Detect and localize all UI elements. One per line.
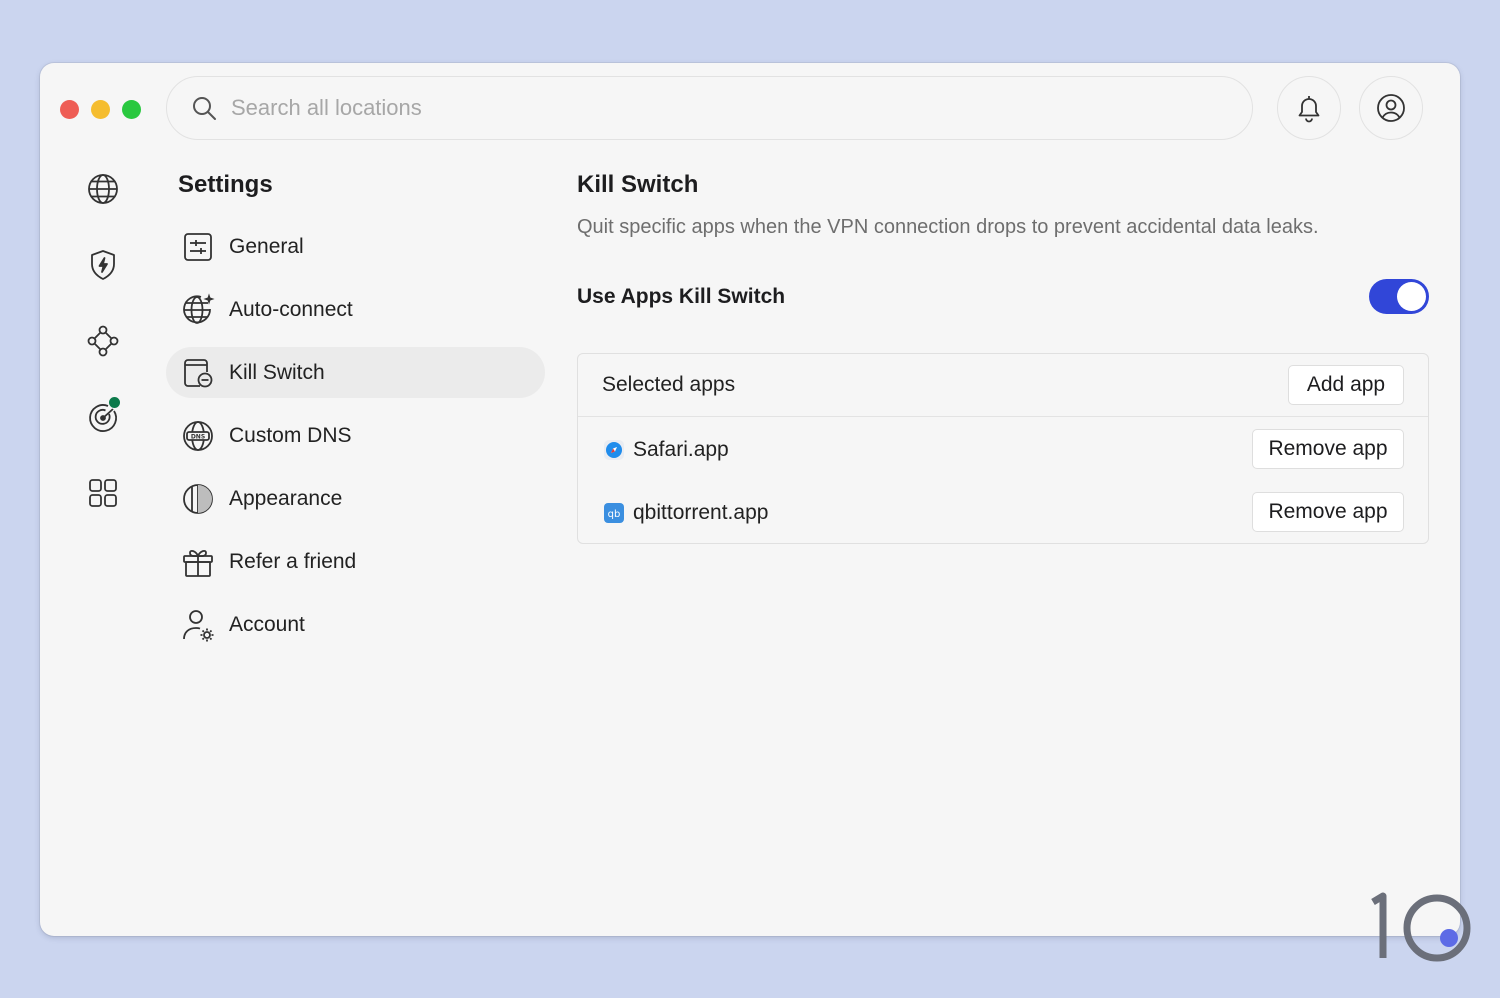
bell-icon [1298,96,1320,123]
remove-app-button[interactable]: Remove app [1252,492,1404,532]
add-app-button[interactable]: Add app [1288,365,1404,405]
close-window-button[interactable] [60,100,79,119]
safari-icon [604,440,624,460]
grid-icon [89,479,117,507]
menu-item-label: General [229,234,304,258]
rail-item-more[interactable] [80,470,126,516]
svg-text:qb: qb [608,509,621,520]
minimize-window-button[interactable] [91,100,110,119]
app-row: Safari.app Remove app [578,418,1428,481]
kill-switch-icon [184,358,213,387]
app-name: Safari.app [633,438,729,461]
rail-item-meshnet[interactable] [80,318,126,364]
menu-item-label: Auto-connect [229,297,353,321]
gift-icon [183,549,213,577]
app-row: qb qbittorrent.app Remove app [578,481,1428,544]
menu-item-refer-a-friend[interactable]: Refer a friend [166,536,545,587]
traffic-lights [60,100,141,119]
account-gear-icon [183,609,214,641]
search-input[interactable] [231,95,1131,121]
user-circle-icon [1377,94,1405,122]
sliders-icon [184,232,212,261]
rail-item-threat-protection[interactable] [80,394,126,440]
pane-title: Kill Switch [577,171,699,198]
appearance-icon [183,483,213,514]
menu-item-label: Account [229,612,305,636]
apps-kill-switch-toggle[interactable] [1369,279,1429,314]
globe-sparkle-icon [183,292,215,324]
qbittorrent-icon: qb [604,503,624,523]
nodes-icon [87,325,119,357]
menu-item-label: Kill Switch [229,360,325,384]
menu-item-general[interactable]: General [166,221,545,272]
dns-globe-icon: DNS [183,420,213,451]
zoom-window-button[interactable] [122,100,141,119]
svg-text:DNS: DNS [191,433,205,440]
selected-apps-header: Selected apps Add app [578,354,1428,417]
account-button[interactable] [1359,76,1423,140]
menu-item-custom-dns[interactable]: DNS Custom DNS [166,410,545,461]
menu-item-auto-connect[interactable]: Auto-connect [166,284,545,335]
toggle-knob [1397,282,1426,311]
shield-bolt-icon [91,250,115,280]
notifications-button[interactable] [1277,76,1341,140]
selected-apps-label: Selected apps [602,373,736,396]
brand-watermark-logo [1371,892,1471,962]
globe-icon [88,174,118,204]
search-bar[interactable] [166,76,1253,140]
remove-app-button[interactable]: Remove app [1252,429,1404,469]
search-icon [193,97,216,120]
menu-item-kill-switch[interactable]: Kill Switch [166,347,545,398]
menu-item-label: Appearance [229,486,343,510]
rail-item-locations[interactable] [80,166,126,212]
toggle-label: Use Apps Kill Switch [577,285,786,308]
selected-apps-panel: Selected apps Add app Safari.app Remove … [577,353,1429,544]
menu-item-label: Custom DNS [229,423,352,447]
app-name: qbittorrent.app [633,501,769,524]
status-dot [108,396,121,409]
menu-item-account[interactable]: Account [166,599,545,650]
menu-item-label: Refer a friend [229,549,357,573]
menu-item-appearance[interactable]: Appearance [166,473,545,524]
rail-item-protection[interactable] [80,242,126,288]
pane-description: Quit specific apps when the VPN connecti… [577,216,1319,238]
settings-title: Settings [178,171,273,198]
app-window: Settings General Auto-connect [40,63,1460,936]
